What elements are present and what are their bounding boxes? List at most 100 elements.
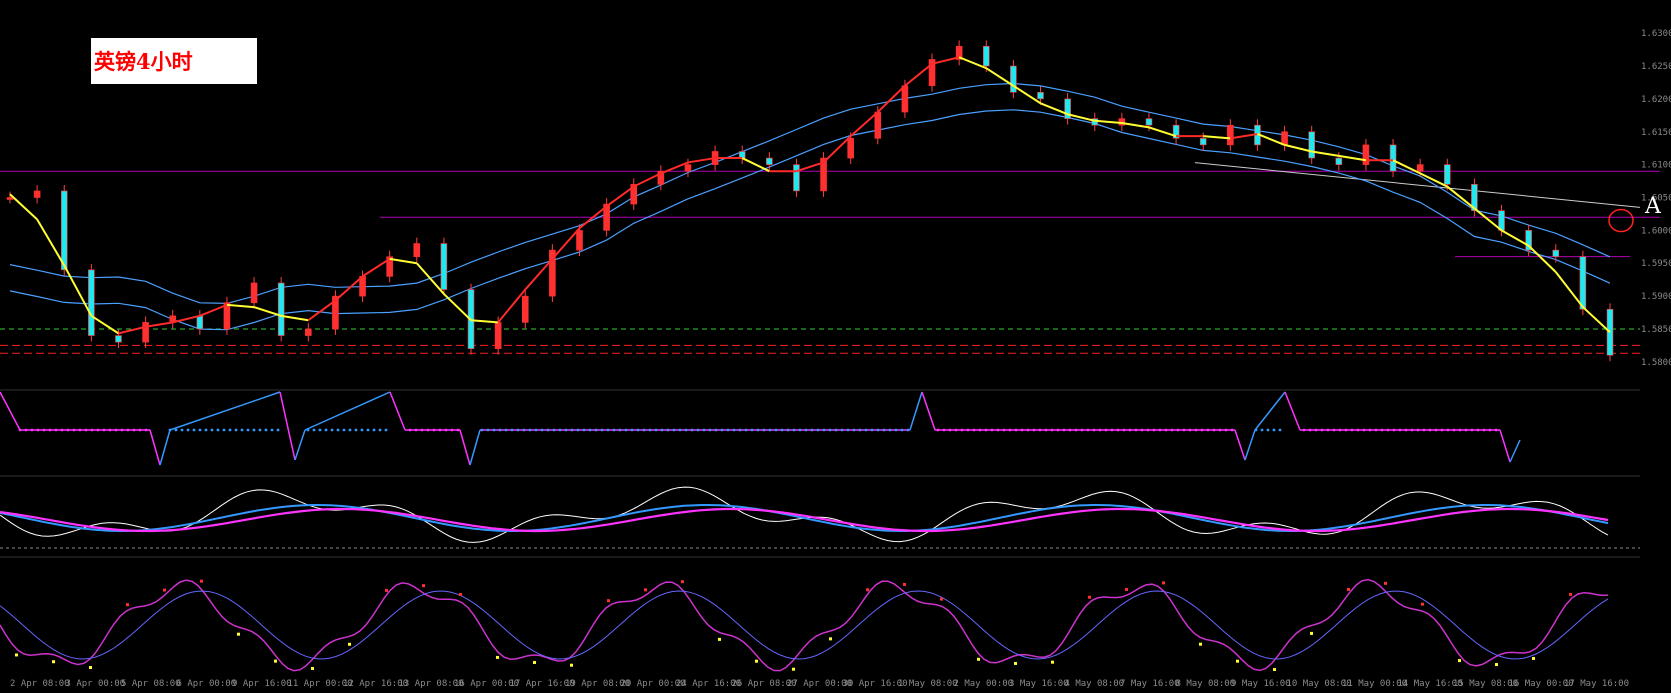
moving-average xyxy=(497,288,527,324)
signal-dot xyxy=(1230,428,1234,432)
signal-dot xyxy=(1050,428,1054,432)
moving-average xyxy=(226,303,255,309)
signal-dot xyxy=(246,428,250,432)
signal-dot xyxy=(642,428,646,432)
time-tick: 1 May 08:00 xyxy=(898,679,958,689)
signal-dot xyxy=(90,428,94,432)
candle xyxy=(250,282,258,303)
signal-dot xyxy=(1362,428,1366,432)
signal-dot xyxy=(1302,428,1306,432)
signal-dot xyxy=(1104,428,1108,432)
signal-dot xyxy=(1398,428,1402,432)
signal-dot xyxy=(708,428,712,432)
signal-dot xyxy=(180,428,184,432)
signal-dot xyxy=(1218,428,1222,432)
signal-dot xyxy=(1458,428,1462,432)
signal-dot xyxy=(984,428,988,432)
signal-dot xyxy=(954,428,958,432)
signal-dot xyxy=(1326,428,1330,432)
stochastic-marker xyxy=(1199,642,1202,646)
signal-dot xyxy=(576,428,580,432)
moving-average xyxy=(524,258,554,291)
signal-dot xyxy=(960,428,964,432)
time-tick: 5 Apr 08:00 xyxy=(121,679,181,689)
signal-dot xyxy=(60,428,64,432)
signal-dot xyxy=(1374,428,1378,432)
signal-dot xyxy=(552,428,556,432)
signal-dot xyxy=(426,428,430,432)
signal-dot xyxy=(342,428,346,432)
signal-dot xyxy=(660,428,664,432)
stochastic-marker xyxy=(644,588,647,592)
moving-average xyxy=(63,264,93,317)
signal-dot xyxy=(1212,428,1216,432)
signal-dot xyxy=(792,428,796,432)
signal-dot xyxy=(876,428,880,432)
signal-dot xyxy=(522,428,526,432)
stochastic-marker xyxy=(496,655,499,659)
signal-line xyxy=(279,391,296,461)
signal-dot xyxy=(306,428,310,432)
signal-dot xyxy=(258,428,262,432)
signal-dot xyxy=(1422,428,1426,432)
candle xyxy=(684,164,692,172)
signal-dot xyxy=(504,428,508,432)
candle xyxy=(1308,131,1315,159)
signal-dot xyxy=(408,428,412,432)
stochastic-marker xyxy=(385,588,388,592)
signal-dot xyxy=(786,428,790,432)
signal-dot xyxy=(1386,428,1390,432)
chart-title: 英镑4小时 xyxy=(94,49,193,74)
stochastic-marker xyxy=(903,582,906,586)
signal-dot xyxy=(1134,428,1138,432)
signal-dot xyxy=(486,428,490,432)
stochastic-marker xyxy=(1236,659,1239,663)
signal-dot xyxy=(198,428,202,432)
moving-average xyxy=(904,63,933,87)
stochastic-marker xyxy=(126,603,129,607)
signal-dot xyxy=(132,428,136,432)
signal-dot xyxy=(240,428,244,432)
signal-dot xyxy=(726,428,730,432)
candle xyxy=(196,315,204,330)
signal-dot xyxy=(834,428,838,432)
signal-dot xyxy=(810,428,814,432)
signal-dot xyxy=(690,428,694,432)
candle xyxy=(793,164,800,192)
signal-dot xyxy=(120,428,124,432)
signal-dot xyxy=(1332,428,1336,432)
signal-dot xyxy=(108,428,112,432)
price-tick: 1.5900 xyxy=(1641,292,1671,302)
signal-dot xyxy=(516,428,520,432)
candle xyxy=(1335,157,1343,165)
candle xyxy=(115,335,122,343)
signal-dot xyxy=(354,428,358,432)
candle xyxy=(847,138,854,159)
signal-dot xyxy=(1152,428,1156,432)
signal-dot xyxy=(1272,428,1276,432)
moving-average xyxy=(9,193,38,221)
signal-dot xyxy=(588,428,592,432)
signal-dot xyxy=(372,428,376,432)
candle xyxy=(1362,144,1370,165)
stochastic-marker xyxy=(311,666,314,670)
signal-dot xyxy=(324,428,328,432)
candle xyxy=(33,190,41,198)
signal-dot xyxy=(948,428,952,432)
signal-line xyxy=(459,429,471,466)
signal-dot xyxy=(936,428,940,432)
signal-dot xyxy=(546,428,550,432)
signal-dot xyxy=(1278,428,1282,432)
signal-dot xyxy=(84,428,88,432)
moving-average xyxy=(633,172,662,188)
signal-dot xyxy=(1440,428,1444,432)
signal-dot xyxy=(990,428,994,432)
signal-dot xyxy=(1026,428,1030,432)
signal-dot xyxy=(144,428,148,432)
signal-line xyxy=(909,391,923,431)
signal-dot xyxy=(1470,428,1474,432)
candle xyxy=(142,322,149,343)
signal-dot xyxy=(216,428,220,432)
stochastic-marker xyxy=(1532,656,1535,660)
time-tick: 7 May 16:00 xyxy=(1120,679,1180,689)
